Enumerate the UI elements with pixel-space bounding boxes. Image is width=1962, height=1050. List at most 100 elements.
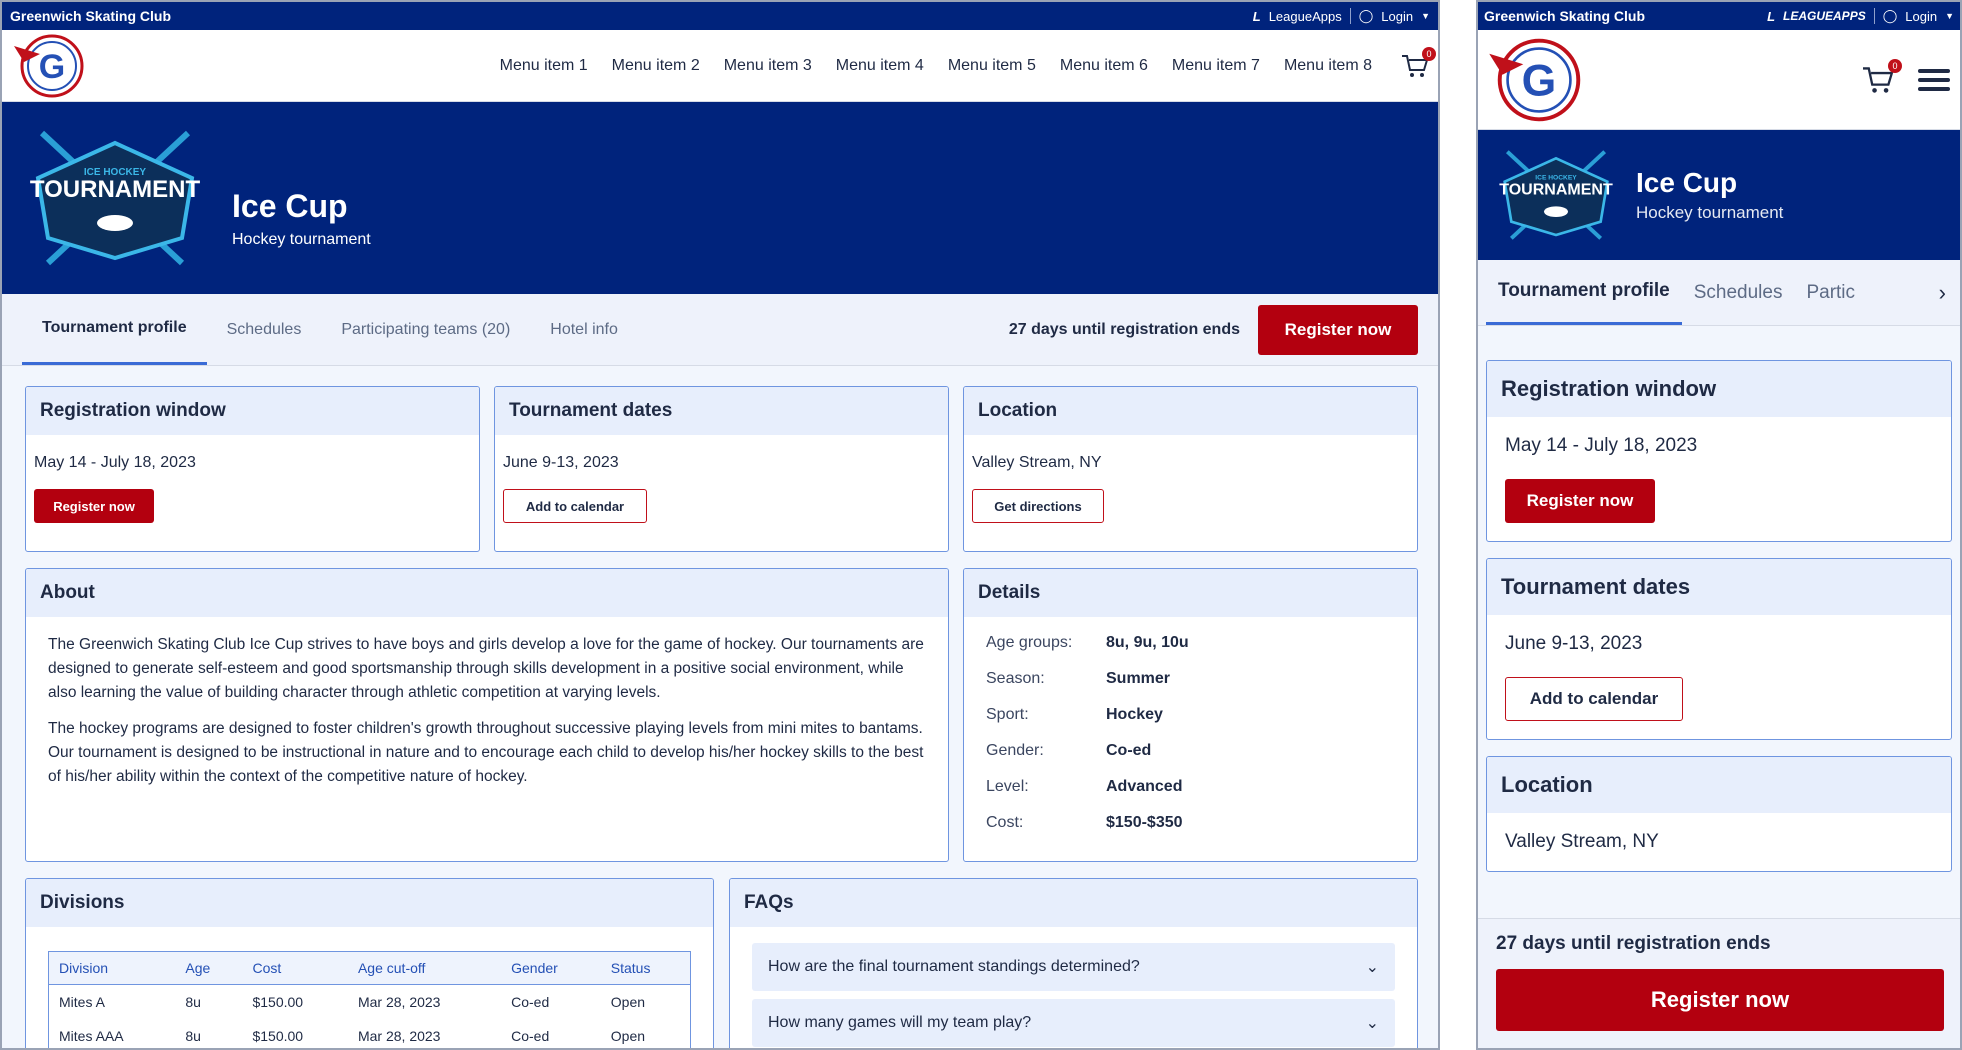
about-paragraph: The hockey programs are designed to fost… xyxy=(48,720,924,785)
tab-schedules[interactable]: Schedules xyxy=(1682,260,1795,325)
menu-item-3[interactable]: Menu item 3 xyxy=(724,57,812,75)
login-link[interactable]: Login xyxy=(1381,9,1413,24)
add-to-calendar-button[interactable]: Add to calendar xyxy=(503,489,647,523)
tournament-logo-line1: ICE HOCKEY xyxy=(1535,175,1577,182)
details-row: Season: Summer xyxy=(986,661,1395,697)
sticky-register-footer: 27 days until registration ends Register… xyxy=(1478,918,1960,1048)
club-logo[interactable]: G xyxy=(1484,34,1594,126)
tab-schedules[interactable]: Schedules xyxy=(207,294,322,365)
column-header[interactable]: Status xyxy=(600,952,690,985)
details-value: Co-ed xyxy=(1106,742,1152,759)
faq-item[interactable]: How many games will my team play? ⌄ xyxy=(752,999,1395,1047)
table-row[interactable]: Mites AAA 8u $150.00 Mar 28, 2023 Co-ed Open xyxy=(49,1019,690,1048)
registration-window-card: Registration window May 14 - July 18, 20… xyxy=(25,386,480,552)
event-subtitle: Hockey tournament xyxy=(232,230,371,248)
card-title: Location xyxy=(964,387,1417,435)
table-cell: 8u xyxy=(185,994,201,1010)
mobile-view: Greenwich Skating Club L LEAGUEAPPS ◯ Lo… xyxy=(1476,0,1962,1050)
cart-icon[interactable]: 0 xyxy=(1860,58,1902,95)
menu-item-4[interactable]: Menu item 4 xyxy=(836,57,924,75)
divider xyxy=(1349,8,1351,24)
leagueapps-link[interactable]: LEAGUEAPPS xyxy=(1783,9,1866,23)
card-register-button[interactable]: Register now xyxy=(34,489,154,523)
column-header[interactable]: Age cut-off xyxy=(347,952,502,985)
utility-bar: Greenwich Skating Club L LeagueApps ◯ Lo… xyxy=(2,2,1438,30)
club-logo[interactable]: G xyxy=(10,32,94,100)
table-cell: 8u xyxy=(185,1028,201,1044)
details-row: Age groups: 8u, 9u, 10u xyxy=(986,625,1395,661)
faq-question: How are the final tournament standings d… xyxy=(768,958,1140,975)
add-to-calendar-button[interactable]: Add to calendar xyxy=(1505,677,1683,721)
club-name: Greenwich Skating Club xyxy=(1484,8,1646,24)
get-directions-button[interactable]: Get directions xyxy=(972,489,1104,523)
details-value: Hockey xyxy=(1106,706,1163,723)
card-title: Tournament dates xyxy=(495,387,948,435)
card-title: Divisions xyxy=(26,879,713,927)
column-header[interactable]: Cost xyxy=(242,952,348,985)
event-subtitle: Hockey tournament xyxy=(1636,203,1784,222)
tournament-logo-line2: TOURNAMENT xyxy=(30,176,201,203)
menu-item-2[interactable]: Menu item 2 xyxy=(612,57,700,75)
column-header[interactable]: Age xyxy=(175,952,243,985)
event-title: Ice Cup xyxy=(1636,167,1738,198)
tournament-logo-line2: TOURNAMENT xyxy=(1499,181,1613,198)
login-link[interactable]: Login xyxy=(1905,9,1937,24)
menu-item-7[interactable]: Menu item 7 xyxy=(1172,57,1260,75)
table-row[interactable]: Mites A 8u $150.00 Mar 28, 2023 Co-ed Open xyxy=(49,985,690,1020)
table-cell: Mar 28, 2023 xyxy=(357,1028,441,1044)
tab-participating-teams[interactable]: Partic xyxy=(1794,260,1867,325)
table-cell: Mites AAA xyxy=(59,1028,124,1044)
cart-count-badge: 0 xyxy=(1422,46,1436,61)
details-label: Cost: xyxy=(986,814,1024,831)
card-title: Tournament dates xyxy=(1487,559,1951,615)
leagueapps-link[interactable]: LeagueApps xyxy=(1269,9,1342,24)
event-hero: ICE HOCKEY TOURNAMENT Ice Cup Hockey tou… xyxy=(1478,130,1960,260)
tournament-logo: ICE HOCKEY TOURNAMENT xyxy=(1499,150,1613,240)
faq-question: How many games will my team play? xyxy=(768,1014,1032,1031)
details-value: Advanced xyxy=(1106,778,1183,795)
column-header[interactable]: Division xyxy=(49,952,176,985)
registration-countdown: 27 days until registration ends xyxy=(1496,933,1771,954)
faq-item[interactable]: How are the final tournament standings d… xyxy=(752,943,1395,991)
location-value: Valley Stream, NY xyxy=(1505,831,1659,852)
tournament-dates-card: Tournament dates June 9-13, 2023 Add to … xyxy=(1486,558,1952,740)
table-cell: $150.00 xyxy=(252,1028,304,1044)
user-icon: ◯ xyxy=(1358,8,1374,23)
card-register-button[interactable]: Register now xyxy=(1505,479,1655,523)
table-cell: Mar 28, 2023 xyxy=(357,994,441,1010)
menu-items: Menu item 1 Menu item 2 Menu item 3 Menu it… xyxy=(500,57,1372,75)
main-nav: G Menu item 1 Menu item 2 Menu item 3 Menu … xyxy=(2,30,1438,102)
tournament-logo: ICE HOCKEY TOURNAMENT xyxy=(30,130,201,266)
register-now-button[interactable]: Register now xyxy=(1496,969,1944,1031)
utility-bar: Greenwich Skating Club L LEAGUEAPPS ◯ Lo… xyxy=(1478,2,1960,30)
tab-tournament-profile[interactable]: Tournament profile xyxy=(1486,260,1682,325)
hamburger-menu-icon[interactable] xyxy=(1918,64,1950,96)
menu-item-8[interactable]: Menu item 8 xyxy=(1284,57,1372,75)
menu-item-6[interactable]: Menu item 6 xyxy=(1060,57,1148,75)
table-cell: Open xyxy=(610,994,646,1010)
chevron-right-icon[interactable]: › xyxy=(1939,280,1952,306)
tab-participating-teams[interactable]: Participating teams (20) xyxy=(321,294,530,365)
event-title: Ice Cup xyxy=(232,187,348,224)
register-now-button[interactable]: Register now xyxy=(1258,304,1418,355)
tab-tournament-profile[interactable]: Tournament profile xyxy=(22,294,207,365)
table-cell: Mites A xyxy=(59,994,105,1010)
menu-item-1[interactable]: Menu item 1 xyxy=(500,57,588,75)
column-header[interactable]: Gender xyxy=(501,952,601,985)
registration-countdown: 27 days until registration ends xyxy=(1008,320,1240,338)
details-value: $150-$350 xyxy=(1106,814,1183,831)
divisions-card: Divisions Division Age Cost Age cut-off Gend… xyxy=(25,878,714,1048)
cart-icon[interactable]: 0 xyxy=(1400,46,1436,79)
table-cell: Co-ed xyxy=(511,994,550,1010)
details-row: Sport: Hockey xyxy=(986,697,1395,733)
details-label: Level: xyxy=(986,778,1029,795)
card-title: About xyxy=(26,569,948,617)
tab-hotel-info[interactable]: Hotel info xyxy=(530,294,638,365)
location-card: Location Valley Stream, NY xyxy=(1486,756,1952,872)
details-row: Level: Advanced xyxy=(986,769,1395,805)
menu-item-5[interactable]: Menu item 5 xyxy=(948,57,1036,75)
event-tabs: Tournament profile Schedules Participati… xyxy=(2,294,1438,366)
details-value: 8u, 9u, 10u xyxy=(1106,634,1189,651)
tournament-dates-value: June 9-13, 2023 xyxy=(503,454,619,471)
card-title: Details xyxy=(964,569,1417,617)
